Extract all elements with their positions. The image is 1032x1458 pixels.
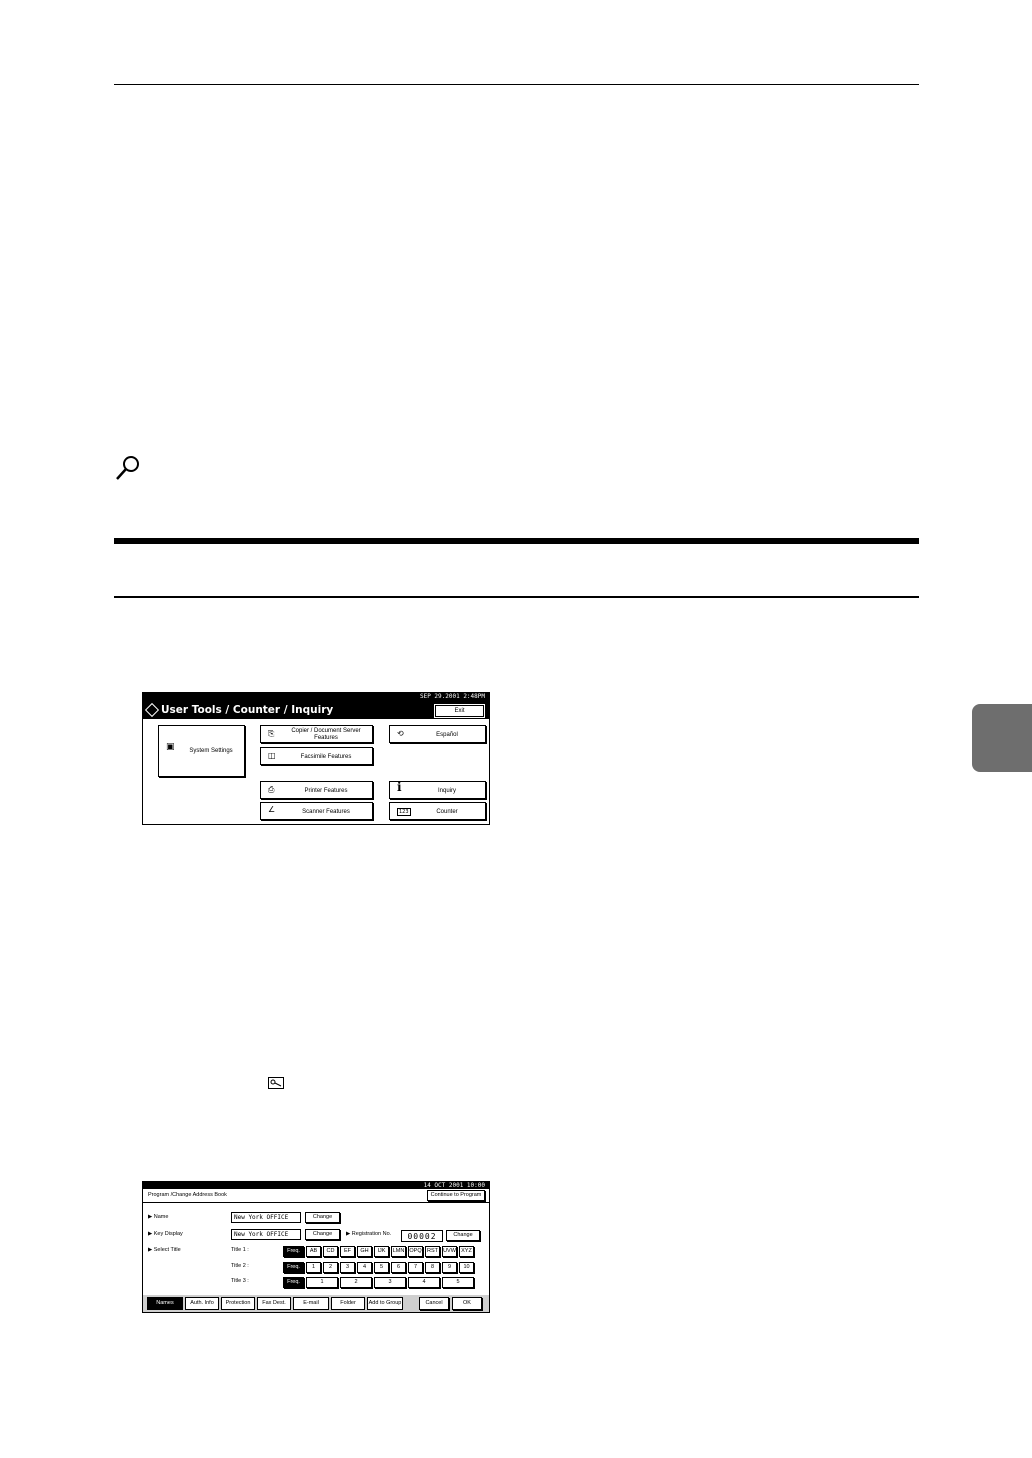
tab-4[interactable]: E-mail <box>293 1297 329 1310</box>
printer-features-button[interactable]: ⎙ Printer Features <box>260 781 373 799</box>
header-rule <box>114 84 919 85</box>
system-settings-label: System Settings <box>189 748 233 754</box>
screen-title: Program /Change Address Book <box>148 1192 227 1198</box>
user-tools-screen: SEP 29.2001 2:48PM User Tools / Counter … <box>142 692 490 825</box>
row2-key[interactable]: 3 <box>340 1262 355 1273</box>
tab-5[interactable]: Folder <box>331 1297 365 1310</box>
copier-label-2: Features <box>314 735 338 741</box>
language-label: Español <box>436 732 458 738</box>
tab-1[interactable]: Auth. Info <box>185 1297 219 1310</box>
title-1-label: Title 1 : <box>231 1247 249 1253</box>
name-label: ▶ Name <box>148 1214 169 1220</box>
title-2-freq-button[interactable]: Freq. <box>283 1262 304 1273</box>
row2-key[interactable]: 6 <box>391 1262 406 1273</box>
row1-key[interactable]: XYZ <box>459 1246 474 1257</box>
info-icon: i <box>397 780 402 794</box>
name-change-button[interactable]: Change <box>305 1212 340 1223</box>
row1-key[interactable]: LMN <box>391 1246 406 1257</box>
row1-key[interactable]: UVW <box>442 1246 457 1257</box>
facsimile-label: Facsimile Features <box>300 754 352 760</box>
system-settings-button[interactable]: ▣ System Settings <box>158 725 245 777</box>
name-field[interactable]: New York OFFICE <box>231 1212 301 1223</box>
cancel-button[interactable]: Cancel <box>419 1297 449 1310</box>
row3-key[interactable]: 2 <box>340 1277 372 1288</box>
language-button[interactable]: ⟲ Español <box>389 725 486 743</box>
exit-button[interactable]: Exit <box>434 704 485 718</box>
row2-key[interactable]: 2 <box>323 1262 338 1273</box>
registration-no-label: ▶ Registration No. <box>346 1231 392 1237</box>
registration-change-button[interactable]: Change <box>446 1230 480 1241</box>
key-display-label: ▶ Key Display <box>148 1231 183 1237</box>
tab-6[interactable]: Add to Group <box>367 1297 403 1310</box>
inquiry-label: Inquiry <box>437 788 456 794</box>
tab-3[interactable]: Fax Dest. <box>257 1297 291 1310</box>
row1-key[interactable]: EF <box>340 1246 355 1257</box>
row2-key[interactable]: 8 <box>425 1262 440 1273</box>
row2-key[interactable]: 4 <box>357 1262 372 1273</box>
status-datetime: 14 OCT 2001 10:00 <box>143 1182 489 1189</box>
section-rule-thick <box>114 538 919 544</box>
section-rule <box>114 596 919 598</box>
row2-key[interactable]: 7 <box>408 1262 423 1273</box>
facsimile-features-button[interactable]: ◫ Facsimile Features <box>260 747 373 765</box>
row1-key[interactable]: RST <box>425 1246 440 1257</box>
row2-key[interactable]: 9 <box>442 1262 457 1273</box>
row2-key[interactable]: 10 <box>459 1262 474 1273</box>
row1-key[interactable]: AB <box>306 1246 321 1257</box>
title-3-freq-button[interactable]: Freq. <box>283 1277 304 1288</box>
inquiry-button[interactable]: i Inquiry <box>389 781 486 799</box>
user-tools-icon <box>144 702 160 718</box>
select-title-label: ▶ Select Title <box>148 1247 181 1253</box>
copier-label-1: Copier / Document Server <box>291 728 361 734</box>
address-book-screen: 14 OCT 2001 10:00 Program /Change Addres… <box>142 1181 490 1313</box>
status-datetime: SEP 29.2001 2:48PM <box>143 693 489 701</box>
row1-key[interactable]: CD <box>323 1246 338 1257</box>
row1-key[interactable]: GH <box>357 1246 372 1257</box>
row3-key[interactable]: 4 <box>408 1277 440 1288</box>
row3-key[interactable]: 5 <box>442 1277 474 1288</box>
tab-2[interactable]: Protection <box>221 1297 255 1310</box>
scanner-label: Scanner Features <box>302 809 350 815</box>
counter-button[interactable]: 123 Counter <box>389 802 486 820</box>
printer-icon: ⎙ <box>268 785 275 794</box>
row1-key[interactable]: IJK <box>374 1246 389 1257</box>
copier-icon: ⎘ <box>268 729 275 738</box>
scanner-features-button[interactable]: ∠ Scanner Features <box>260 802 373 820</box>
row3-key[interactable]: 3 <box>374 1277 406 1288</box>
chapter-thumb-tab <box>972 704 1032 772</box>
row2-key[interactable]: 1 <box>306 1262 321 1273</box>
language-icon: ⟲ <box>397 729 404 738</box>
key-display-field[interactable]: New York OFFICE <box>231 1229 301 1240</box>
row3-key[interactable]: 1 <box>306 1277 338 1288</box>
tab-0[interactable]: Names <box>147 1297 183 1310</box>
title-3-label: Title 3 : <box>231 1278 249 1284</box>
row1-key[interactable]: OPQ <box>408 1246 423 1257</box>
title-bar: User Tools / Counter / Inquiry Exit <box>143 701 489 719</box>
fax-icon: ◫ <box>268 751 276 760</box>
screen-title: User Tools / Counter / Inquiry <box>161 704 334 716</box>
key-display-change-button[interactable]: Change <box>305 1229 340 1240</box>
title-1-freq-button[interactable]: Freq. <box>283 1246 304 1257</box>
counter-icon: 123 <box>397 808 411 816</box>
counter-label: Counter <box>436 809 458 815</box>
user-tools-key-icon <box>268 1077 284 1089</box>
registration-no-field: 00002 <box>401 1230 443 1242</box>
ok-button[interactable]: OK <box>452 1297 482 1310</box>
row2-key[interactable]: 5 <box>374 1262 389 1273</box>
printer-label: Printer Features <box>304 788 348 794</box>
continue-to-program-button[interactable]: Continue to Program <box>427 1190 485 1201</box>
scanner-icon: ∠ <box>268 805 276 814</box>
system-settings-icon: ▣ <box>166 742 175 752</box>
copier-features-button[interactable]: ⎘ Copier / Document Server Features <box>260 725 373 743</box>
title-2-label: Title 2 : <box>231 1263 249 1269</box>
screen-header: Program /Change Address Book Continue to… <box>143 1189 489 1203</box>
magnifier-icon <box>116 456 139 480</box>
